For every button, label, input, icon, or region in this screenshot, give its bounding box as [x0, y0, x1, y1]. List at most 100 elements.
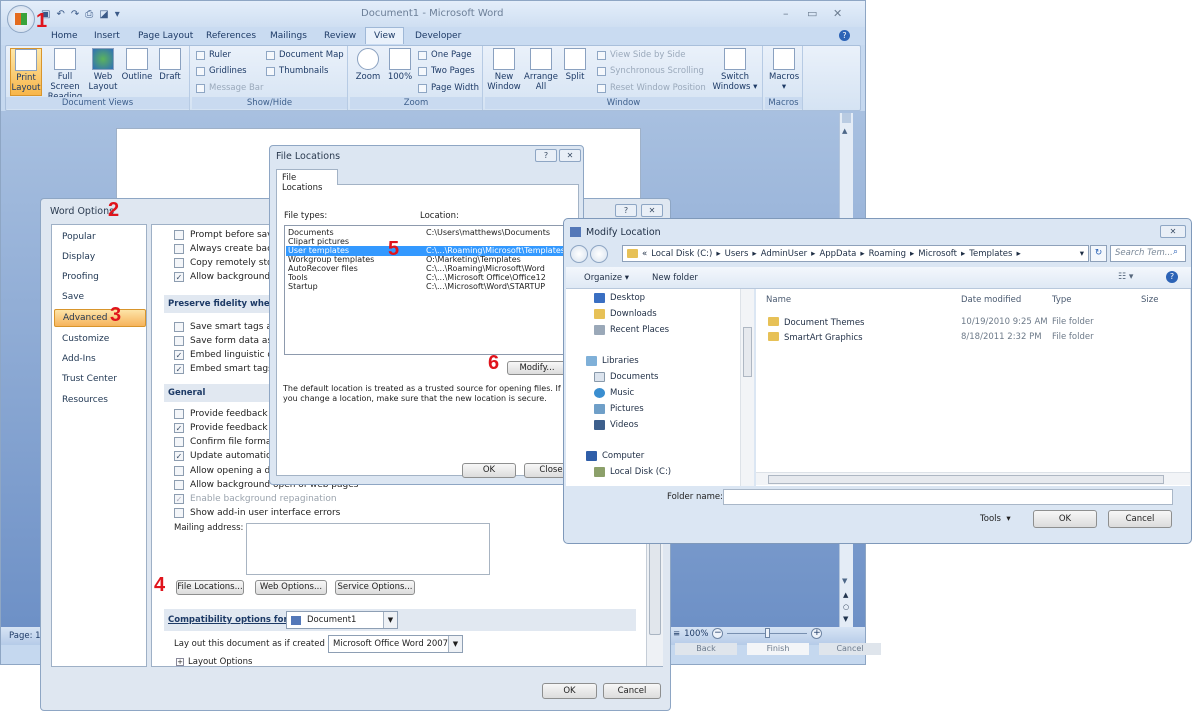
tools-button[interactable]: Tools ▾ — [980, 514, 1011, 524]
full-screen-reading-button[interactable]: Full Screen Reading — [44, 48, 86, 102]
tab-page-layout[interactable]: Page Layout — [134, 29, 197, 43]
column-date-modified[interactable]: Date modified — [961, 295, 1021, 305]
file-locations-button[interactable]: File Locations... — [176, 580, 244, 595]
office-button[interactable] — [7, 5, 35, 33]
organize-button[interactable]: Organize ▾ — [584, 273, 629, 283]
dropdown-arrow-icon[interactable]: ▼ — [383, 612, 397, 628]
ok-button[interactable]: OK — [1033, 510, 1097, 528]
back-nav-button[interactable] — [570, 245, 588, 263]
chevron-right-icon[interactable]: ▸ — [811, 249, 815, 259]
close-icon[interactable]: ✕ — [1160, 225, 1186, 238]
nav-item-desktop[interactable]: Desktop — [594, 293, 645, 303]
breadcrumb-item[interactable]: Roaming — [869, 249, 906, 259]
breadcrumb-item[interactable]: Microsoft — [918, 249, 957, 259]
close-icon[interactable]: ✕ — [559, 149, 581, 162]
nav-scroll-thumb[interactable] — [743, 327, 752, 377]
prev-page-icon[interactable]: ▲ — [843, 591, 848, 599]
ok-button[interactable]: OK — [542, 683, 597, 699]
list-item[interactable]: Startup C:\...\Microsoft\Word\STARTUP — [286, 282, 572, 292]
sidebar-item-popular[interactable]: Popular — [62, 232, 96, 242]
print-icon[interactable]: ⎙ — [85, 9, 93, 20]
dropdown-arrow-icon[interactable]: ▼ — [448, 636, 462, 652]
one-page-button[interactable]: One Page — [418, 50, 472, 60]
help-icon[interactable]: ? — [535, 149, 557, 162]
wizard-cancel-button[interactable]: Cancel — [819, 643, 881, 655]
zoom-button[interactable]: Zoom — [354, 48, 382, 82]
message-bar-checkbox[interactable]: Message Bar — [196, 83, 264, 93]
folder-name-input[interactable] — [723, 489, 1173, 505]
minimize-icon[interactable]: – — [783, 7, 789, 20]
back-button[interactable]: Back — [675, 643, 737, 655]
chevron-right-icon[interactable]: ▸ — [961, 249, 965, 259]
maximize-icon[interactable]: ▭ — [807, 7, 817, 20]
nav-item-music[interactable]: Music — [594, 388, 634, 398]
sidebar-item-resources[interactable]: Resources — [62, 395, 108, 405]
file-row[interactable]: SmartArt Graphics — [768, 332, 863, 343]
nav-item-computer[interactable]: Computer — [586, 451, 644, 461]
sidebar-item-advanced[interactable]: Advanced — [54, 309, 146, 327]
tab-insert[interactable]: Insert — [90, 29, 124, 43]
split-button[interactable]: Split — [561, 48, 589, 82]
tab-view[interactable]: View — [365, 27, 405, 44]
nav-item-libraries[interactable]: Libraries — [586, 356, 639, 366]
file-types-list[interactable]: Documents C:\Users\matthews\Documents Cli… — [284, 225, 574, 355]
tab-file-locations[interactable]: File Locations — [276, 169, 338, 193]
ruler-toggle-icon[interactable] — [842, 113, 851, 123]
layout-version-select[interactable]: Microsoft Office Word 2007 ▼ — [328, 635, 463, 653]
zoom-slider[interactable] — [727, 628, 808, 638]
nav-item-local-disk[interactable]: Local Disk (C:) — [594, 467, 671, 477]
search-icon[interactable]: ⌕ — [1173, 247, 1178, 257]
breadcrumb-item[interactable]: Local Disk (C:) — [651, 249, 712, 259]
redo-icon[interactable]: ↷ — [71, 9, 79, 20]
column-type[interactable]: Type — [1052, 295, 1072, 305]
new-folder-button[interactable]: New folder — [652, 273, 698, 283]
forward-nav-button[interactable] — [590, 245, 608, 263]
view-options-icon[interactable]: ☷ ▾ — [1118, 272, 1133, 282]
enable-background-repagination-checkbox[interactable]: ✓ Enable background repagination — [174, 494, 337, 504]
chevron-right-icon[interactable]: ▸ — [752, 249, 756, 259]
undo-icon[interactable]: ↶ — [56, 9, 64, 20]
document-map-checkbox[interactable]: Document Map — [266, 50, 344, 60]
view-side-by-side-button[interactable]: View Side by Side — [597, 50, 685, 60]
tab-review[interactable]: Review — [320, 29, 360, 43]
view-shortcut-icon[interactable]: ≡ — [673, 629, 680, 639]
compat-document-select[interactable]: Document1 ▼ — [286, 611, 398, 629]
help-icon[interactable]: ? — [1166, 271, 1178, 283]
breadcrumb-item[interactable]: Users — [725, 249, 749, 259]
new-window-button[interactable]: New Window — [487, 48, 521, 92]
nav-item-recent-places[interactable]: Recent Places — [594, 325, 669, 335]
h-scroll-thumb[interactable] — [768, 475, 1164, 484]
sidebar-item-customize[interactable]: Customize — [62, 334, 109, 344]
macros-button[interactable]: Macros ▾ — [769, 48, 799, 92]
close-icon[interactable]: ✕ — [833, 7, 842, 20]
nav-item-documents[interactable]: Documents — [594, 372, 658, 382]
web-layout-button[interactable]: Web Layout — [88, 48, 118, 92]
column-name[interactable]: Name — [766, 295, 791, 305]
breadcrumb-item[interactable]: AppData — [819, 249, 856, 259]
sidebar-item-save[interactable]: Save — [62, 292, 84, 302]
embed-smart-tags-checkbox[interactable]: ✓ Embed smart tags — [174, 364, 273, 374]
tab-home[interactable]: Home — [47, 29, 82, 43]
scroll-down-icon[interactable]: ▼ — [842, 577, 847, 585]
allow-background-saves-checkbox[interactable]: ✓ Allow background sa — [174, 272, 283, 282]
layout-options-expander[interactable]: + Layout Options — [176, 657, 252, 667]
nav-item-pictures[interactable]: Pictures — [594, 404, 644, 414]
print-preview-icon[interactable]: ◪ — [99, 9, 108, 20]
zoom-in-icon[interactable]: + — [811, 628, 823, 639]
outline-button[interactable]: Outline — [120, 48, 154, 82]
sidebar-item-proofing[interactable]: Proofing — [62, 272, 99, 282]
address-dropdown-icon[interactable]: ▾ — [1080, 249, 1084, 259]
two-pages-button[interactable]: Two Pages — [418, 66, 475, 76]
horizontal-scrollbar[interactable] — [756, 472, 1190, 485]
sidebar-item-display[interactable]: Display — [62, 252, 95, 262]
scroll-up-icon[interactable]: ▲ — [842, 127, 847, 135]
browse-object-icon[interactable]: ○ — [843, 603, 849, 611]
sidebar-item-add-ins[interactable]: Add-Ins — [62, 354, 96, 364]
breadcrumb-item[interactable]: Templates — [969, 249, 1012, 259]
chevron-right-icon[interactable]: ▸ — [1016, 249, 1020, 259]
reset-window-position-button[interactable]: Reset Window Position — [597, 83, 706, 93]
gridlines-checkbox[interactable]: Gridlines — [196, 66, 247, 76]
close-icon[interactable]: ✕ — [641, 204, 663, 217]
modify-button[interactable]: Modify... — [507, 361, 567, 375]
chevron-right-icon[interactable]: ▸ — [716, 249, 720, 259]
